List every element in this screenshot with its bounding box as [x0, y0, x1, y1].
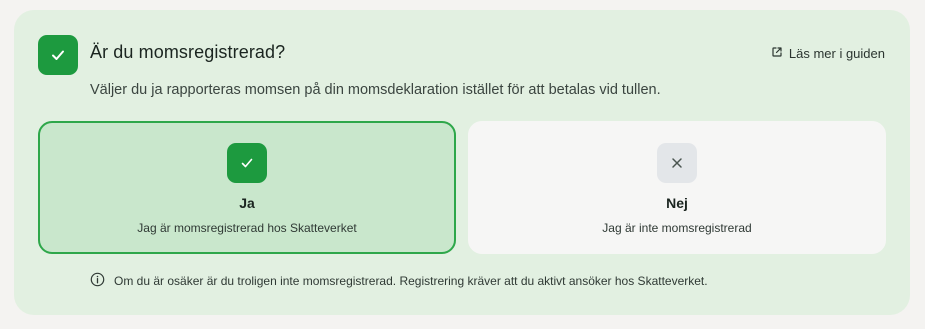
info-icon — [90, 272, 105, 290]
guide-link[interactable]: Läs mer i guiden — [771, 46, 885, 61]
question-title: Är du momsregistrerad? — [90, 42, 286, 62]
option-yes-description: Jag är momsregistrerad hos Skatteverket — [137, 221, 357, 235]
option-no-description: Jag är inte momsregistrerad — [602, 221, 752, 235]
external-link-icon — [771, 46, 783, 61]
option-no-button[interactable]: Nej Jag är inte momsregistrerad — [468, 121, 886, 254]
option-no-label: Nej — [666, 195, 688, 211]
check-icon — [227, 143, 267, 183]
option-yes-button[interactable]: Ja Jag är momsregistrerad hos Skatteverk… — [38, 121, 456, 254]
check-icon — [38, 35, 78, 75]
vat-registration-card: Är du momsregistrerad? Läs mer i guiden … — [14, 10, 910, 315]
close-icon — [657, 143, 697, 183]
info-note: Om du är osäker är du troligen inte moms… — [90, 272, 708, 290]
question-subtitle: Väljer du ja rapporteras momsen på din m… — [90, 82, 661, 98]
guide-link-label: Läs mer i guiden — [788, 46, 885, 61]
info-text: Om du är osäker är du troligen inte moms… — [114, 274, 708, 288]
option-yes-label: Ja — [239, 195, 255, 211]
